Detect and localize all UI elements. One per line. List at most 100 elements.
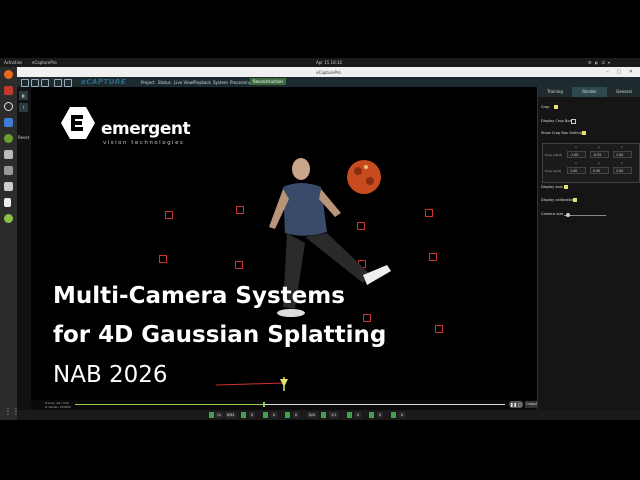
status-item: 0 [355, 412, 362, 418]
open-icon[interactable] [31, 79, 39, 87]
splat-count: # Splats: 230000 [45, 405, 72, 409]
timeline-scrubber[interactable] [263, 402, 266, 407]
crop-start-z-input[interactable]: 1.00 [613, 151, 632, 158]
status-cpu-icon [347, 412, 352, 418]
menu-reconstruction[interactable]: Reconstruction [250, 78, 286, 85]
vscode-icon[interactable] [4, 118, 13, 127]
files-icon[interactable] [4, 150, 13, 159]
window-titlebar[interactable]: eCapturePro – ▢ ✕ [17, 67, 640, 77]
overlay-title-line-3: NAB 2026 [53, 362, 168, 388]
status-camera-icon [209, 412, 214, 418]
window-controls[interactable]: – ▢ ✕ [606, 69, 636, 75]
crop-axis-y-header-2: y [598, 161, 600, 165]
status-gpu-icon [369, 412, 374, 418]
status-item: 0 [271, 412, 278, 418]
reset-button[interactable]: Reset [18, 135, 29, 140]
display-calibration-label: Display calibration [541, 198, 575, 202]
camera-marker[interactable] [235, 261, 243, 269]
tab-training[interactable]: Training [538, 87, 572, 97]
crop-start-label: Crop (start) [545, 153, 563, 157]
status-disk-icon [241, 412, 246, 418]
status-item: 6/84 [225, 412, 237, 418]
render-settings-panel: Training Render General Crop Display Cro… [537, 87, 640, 410]
status-mem-icon [391, 412, 396, 418]
up-button[interactable]: ↑ [19, 103, 28, 112]
activities-button[interactable]: Activities [4, 60, 22, 65]
system-tray[interactable]: ⚙ ◐ ⏻ ▾ [588, 60, 611, 65]
ecapture-icon[interactable] [4, 134, 13, 143]
menu-processing[interactable]: Processing [230, 80, 251, 85]
clock[interactable]: Apr 15 18:32 [316, 60, 342, 65]
crop-axis-z-header: z [621, 145, 623, 149]
timeline-progress [75, 404, 265, 405]
status-item: 1/1 [329, 412, 339, 418]
chrome-icon[interactable] [4, 102, 13, 111]
view-mode-button[interactable]: ◧ [19, 91, 28, 100]
camera-icon[interactable] [64, 79, 72, 87]
camera-size-slider[interactable] [564, 215, 606, 216]
display-calibration-checkbox[interactable] [573, 198, 577, 202]
camera-marker[interactable] [429, 253, 437, 261]
status-percent-icon [263, 412, 268, 418]
menu-system[interactable]: System [213, 80, 228, 85]
crop-end-x-input[interactable]: 1.00 [567, 167, 586, 174]
firefox-icon[interactable] [4, 70, 13, 79]
status-item: 0 [377, 412, 384, 418]
crop-axis-y-header: y [598, 145, 600, 149]
recycle-icon[interactable] [4, 214, 13, 223]
overlay-title-line-1: Multi-Camera Systems [53, 283, 345, 309]
menu-live-view[interactable]: Live View [174, 80, 193, 85]
soccer-ball [347, 160, 381, 194]
crop-start-y-input[interactable]: -0.55 [590, 151, 609, 158]
crop-axis-z-header-2: z [621, 161, 623, 165]
emergent-logo-icon [61, 107, 95, 139]
crop-box-settings: x y z Crop (start) -1.00 -0.55 1.00 x y … [542, 143, 640, 183]
camera-size-slider-handle[interactable] [566, 213, 571, 217]
app-dock: ⋮⋮ [0, 67, 20, 420]
brand-logo: eCAPTURE [81, 78, 127, 86]
menu-project[interactable]: Project [141, 80, 155, 85]
camera-marker[interactable] [425, 209, 433, 217]
crop-checkbox[interactable] [554, 105, 558, 109]
system-top-bar: Activities eCapturePro Apr 15 18:32 ⚙ ◐ … [0, 58, 640, 67]
logo-text: emergent [101, 119, 191, 139]
drive-icon[interactable] [4, 166, 13, 175]
camera-marker[interactable] [159, 255, 167, 263]
show-crop-box-settings-label: Show Crop Box Settings [541, 131, 584, 135]
render-viewport[interactable]: emergent vision technologies Multi-Camer… [31, 87, 537, 400]
status-item: Cu [215, 412, 224, 418]
crop-start-x-input[interactable]: -1.00 [567, 151, 586, 158]
camera-marker[interactable] [236, 206, 244, 214]
display-axis-checkbox[interactable] [564, 185, 568, 189]
display-crop-box-checkbox[interactable] [571, 119, 576, 124]
main-toolbar: eCAPTURE Project Status Live View Playba… [17, 77, 640, 87]
camera-marker[interactable] [165, 211, 173, 219]
camera-size-label: Camera size [541, 212, 564, 216]
record-icon[interactable] [54, 79, 62, 87]
tab-general[interactable]: General [607, 87, 640, 97]
app-window: eCapturePro – ▢ ✕ eCAPTURE Project Statu… [17, 67, 640, 420]
tab-render[interactable]: Render [572, 87, 607, 97]
panel-tabs: Training Render General [538, 87, 640, 97]
app-red-icon[interactable] [4, 86, 13, 95]
logo-subtitle: vision technologies [103, 140, 185, 146]
status-display-icon [321, 412, 326, 418]
crop-axis-x-header: x [575, 145, 577, 149]
frame-info: Frame: 49 / 100 # Splats: 230000 [45, 401, 71, 409]
usb-icon[interactable] [4, 198, 11, 207]
show-crop-box-settings-checkbox[interactable] [582, 131, 586, 135]
save-icon[interactable] [41, 79, 49, 87]
camera-marker[interactable] [435, 325, 443, 333]
window-title: eCapturePro [316, 70, 341, 75]
active-app-label[interactable]: eCapturePro [32, 60, 57, 65]
pause-button[interactable]: ❚❚ ▢ [509, 401, 523, 408]
status-bar: Cu 6/84 0 0 0 N/A 1/1 0 0 0 [17, 410, 640, 420]
new-icon[interactable] [21, 79, 29, 87]
menu-playback[interactable]: Playback [193, 80, 211, 85]
crop-end-y-input[interactable]: 0.45 [590, 167, 609, 174]
disk-icon[interactable] [4, 182, 13, 191]
show-apps-grid-icon[interactable]: ⋮⋮ [4, 407, 20, 416]
crop-label: Crop [541, 105, 550, 109]
menu-status[interactable]: Status [158, 80, 171, 85]
crop-end-z-input[interactable]: 2.00 [613, 167, 632, 174]
